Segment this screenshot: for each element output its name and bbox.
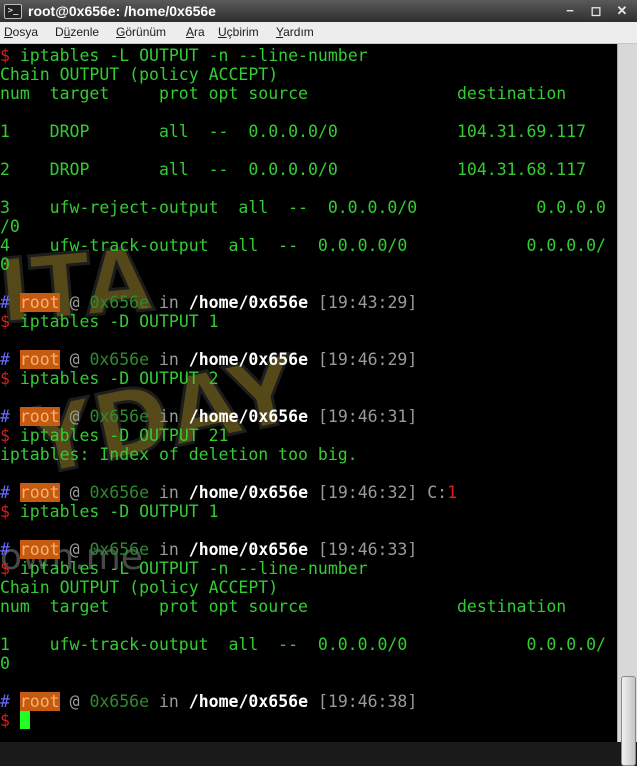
window-titlebar[interactable]: >_ root@0x656e: /home/0x656e − ◻ ✕	[0, 0, 637, 22]
terminal-line: $ iptables -L OUTPUT -n --line-number	[0, 559, 368, 578]
text-cursor	[19, 711, 30, 729]
terminal-line: $ iptables -D OUTPUT 1	[0, 312, 219, 331]
terminal-line: 4 ufw-track-output all -- 0.0.0.0/0 0.0.…	[0, 236, 606, 255]
terminal-line: 2 DROP all -- 0.0.0.0/0 104.31.68.117	[0, 160, 587, 179]
terminal-line: 0	[0, 255, 10, 274]
terminal-output[interactable]: ITA YDAY own.me $ iptables -L OUTPUT -n …	[0, 44, 617, 742]
prompt-line: # root @ 0x656e in /home/0x656e [19:46:2…	[0, 350, 418, 369]
error-line: iptables: Index of deletion too big.	[0, 445, 358, 464]
terminal-icon: >_	[4, 4, 22, 19]
menu-ara[interactable]: Ara	[186, 22, 205, 43]
terminal-line: num target prot opt source destination	[0, 597, 567, 616]
terminal-line: $ iptables -D OUTPUT 1	[0, 502, 219, 521]
scrollbar-thumb[interactable]	[621, 676, 636, 766]
minimize-icon[interactable]: −	[561, 2, 579, 20]
terminal-line: num target prot opt source destination	[0, 84, 567, 103]
terminal-line: 0	[0, 654, 10, 673]
menu-ucbirim[interactable]: Uçbirim	[218, 22, 259, 43]
terminal-line: /0	[0, 217, 20, 236]
exit-code: 1	[447, 483, 458, 502]
menu-duzenle[interactable]: Düzenle	[55, 22, 99, 43]
prompt-line: # root @ 0x656e in /home/0x656e [19:46:3…	[0, 483, 458, 502]
menu-gorunum[interactable]: Görünüm	[116, 22, 166, 43]
terminal-line: $ iptables -D OUTPUT 2	[0, 369, 219, 388]
terminal-line: 3 ufw-reject-output all -- 0.0.0.0/0 0.0…	[0, 198, 606, 217]
menu-yardim[interactable]: Yardım	[276, 22, 314, 43]
terminal-line: Chain OUTPUT (policy ACCEPT)	[0, 578, 279, 597]
prompt-line: # root @ 0x656e in /home/0x656e [19:46:3…	[0, 692, 418, 711]
maximize-icon[interactable]: ◻	[587, 2, 605, 20]
terminal-line: 1 ufw-track-output all -- 0.0.0.0/0 0.0.…	[0, 635, 606, 654]
prompt-line: # root @ 0x656e in /home/0x656e [19:46:3…	[0, 407, 418, 426]
prompt-line: # root @ 0x656e in /home/0x656e [19:46:3…	[0, 540, 418, 559]
menu-dosya[interactable]: Dosya	[4, 22, 38, 43]
menu-bar: Dosya Düzenle Görünüm Ara Uçbirim Yardım	[0, 22, 637, 44]
close-icon[interactable]: ✕	[613, 2, 631, 20]
window-title: root@0x656e: /home/0x656e	[28, 3, 216, 19]
vertical-scrollbar[interactable]	[617, 44, 637, 766]
input-line[interactable]: $	[0, 711, 30, 730]
terminal-line: $ iptables -L OUTPUT -n --line-number	[0, 46, 368, 65]
terminal-line: 1 DROP all -- 0.0.0.0/0 104.31.69.117	[0, 122, 587, 141]
terminal-line: Chain OUTPUT (policy ACCEPT)	[0, 65, 279, 84]
prompt-line: # root @ 0x656e in /home/0x656e [19:43:2…	[0, 293, 418, 312]
terminal-line: $ iptables -D OUTPUT 21	[0, 426, 229, 445]
